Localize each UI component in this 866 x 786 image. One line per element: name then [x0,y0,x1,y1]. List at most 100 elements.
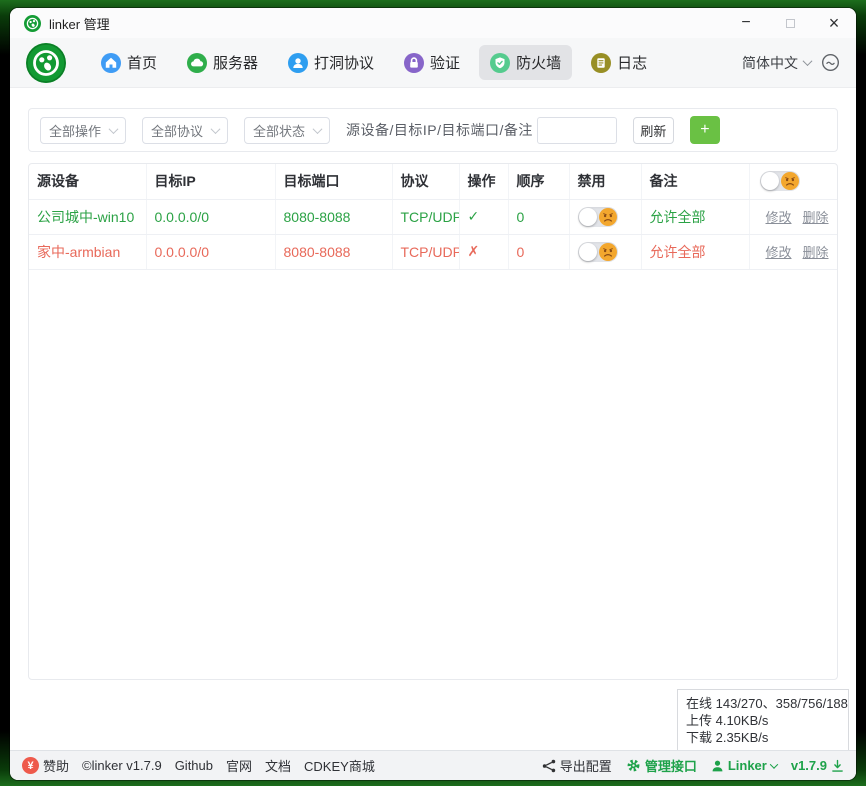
shield-icon [490,53,510,73]
navbar-right: 简体中文 [742,53,840,73]
select-status[interactable]: 全部状态 [244,117,330,144]
chevron-down-icon [109,124,119,134]
delete-link[interactable]: 删除 [803,210,829,225]
cell-protocol: TCP/UDP [392,234,459,269]
toggle-knob [761,172,779,190]
export-config-label: 导出配置 [560,756,612,775]
theme-face-icon[interactable] [821,53,840,72]
share-icon [542,759,556,773]
app-window: linker 管理 − × 首页 [10,8,856,780]
cell-order: 0 [508,199,569,234]
version-update-button[interactable]: v1.7.9 [791,758,844,773]
language-label: 简体中文 [742,53,798,73]
language-selector[interactable]: 简体中文 [742,53,811,73]
window-title: linker 管理 [49,14,110,33]
user-icon [711,759,724,773]
tab-label: 服务器 [213,52,258,73]
gear-icon [626,758,641,773]
tab-firewall[interactable]: 防火墙 [479,45,572,80]
angry-emoji-icon [599,243,617,261]
toggle-knob [579,208,597,226]
tab-servers[interactable]: 服务器 [176,45,269,80]
maximize-button[interactable] [768,8,812,38]
refresh-button[interactable]: 刷新 [633,117,674,144]
window-controls: − × [724,8,856,38]
header-order: 顺序 [508,164,569,199]
nav-tabs: 首页 服务器 打洞协议 [90,45,658,80]
export-config-button[interactable]: 导出配置 [542,756,612,775]
table-row: 家中-armbian 0.0.0.0/0 8080-8088 TCP/UDP ✗… [29,234,838,269]
tab-label: 日志 [617,52,647,73]
tab-punch-protocol[interactable]: 打洞协议 [277,45,385,80]
sponsor-link[interactable]: ¥ 赞助 [22,756,69,775]
manage-api-label: 管理接口 [645,756,697,775]
version-label: v1.7.9 [791,758,827,773]
table-row: 公司城中-win10 0.0.0.0/0 8080-8088 TCP/UDP ✓… [29,199,838,234]
tab-logs[interactable]: 日志 [580,45,658,80]
account-menu[interactable]: Linker [711,758,777,773]
cell-remark: 允许全部 [641,199,749,234]
download-icon [831,759,844,773]
header-disable: 禁用 [569,164,641,199]
angry-emoji-icon [599,208,617,226]
tab-home[interactable]: 首页 [90,45,168,80]
select-operation[interactable]: 全部操作 [40,117,126,144]
header-action: 操作 [459,164,508,199]
header-protocol: 协议 [392,164,459,199]
edit-link[interactable]: 修改 [766,210,792,225]
copyright-text: ©linker v1.7.9 [82,758,162,773]
navbar: 首页 服务器 打洞协议 [10,38,856,88]
maximize-icon [786,19,795,28]
docs-link[interactable]: 文档 [265,756,291,775]
cell-target-ip: 0.0.0.0/0 [146,199,275,234]
select-protocol[interactable]: 全部协议 [142,117,228,144]
row-disable-toggle[interactable] [578,207,618,227]
tab-label: 验证 [430,52,460,73]
header-remark: 备注 [641,164,749,199]
cell-action-mark: ✓ [459,199,508,234]
home-icon [101,53,121,73]
github-link[interactable]: Github [175,758,213,773]
minimize-button[interactable]: − [724,8,768,38]
firewall-table: 源设备 目标IP 目标端口 协议 操作 顺序 禁用 备注 [29,164,838,270]
punch-protocol-icon [288,53,308,73]
chevron-down-icon [313,124,323,134]
header-toggle-all[interactable] [760,171,800,191]
close-button[interactable]: × [812,8,856,38]
select-value: 全部协议 [151,121,203,140]
select-value: 全部操作 [49,121,101,140]
cell-target-port: 8080-8088 [275,234,392,269]
brand-logo-icon[interactable] [26,43,66,83]
delete-link[interactable]: 删除 [803,245,829,260]
online-status: 在线 143/270、358/756/188 [686,695,840,712]
footer: ¥ 赞助 ©linker v1.7.9 Github 官网 文档 CDKEY商城… [10,750,856,780]
main-content: 全部操作 全部协议 全部状态 源设备/目标IP/目标端口/备注 刷新 + [10,88,856,750]
manage-api-button[interactable]: 管理接口 [626,756,697,775]
select-value: 全部状态 [253,121,305,140]
row-disable-toggle[interactable] [578,242,618,262]
cell-target-port: 8080-8088 [275,199,392,234]
search-input[interactable] [537,117,617,144]
cell-action-mark: ✗ [459,234,508,269]
log-icon [591,53,611,73]
footer-right: 导出配置 管理接口 Linker v1.7.9 [542,756,844,775]
yuan-coin-icon: ¥ [22,757,39,774]
titlebar: linker 管理 − × [10,8,856,38]
official-site-link[interactable]: 官网 [226,756,252,775]
cdkey-store-link[interactable]: CDKEY商城 [304,756,375,775]
cell-protocol: TCP/UDP [392,199,459,234]
upload-speed: 上传 4.10KB/s [686,712,840,729]
download-speed: 下载 2.35KB/s [686,729,840,746]
tab-verify[interactable]: 验证 [393,45,471,80]
app-logo-icon [24,15,41,32]
header-source-device: 源设备 [29,164,146,199]
search-label: 源设备/目标IP/目标端口/备注 [346,120,533,140]
edit-link[interactable]: 修改 [766,245,792,260]
cell-source-device: 家中-armbian [29,234,146,269]
cell-remark: 允许全部 [641,234,749,269]
sponsor-label: 赞助 [43,756,69,775]
add-rule-button[interactable]: + [690,116,720,144]
toggle-knob [579,243,597,261]
table-header-row: 源设备 目标IP 目标端口 协议 操作 顺序 禁用 备注 [29,164,838,199]
header-target-port: 目标端口 [275,164,392,199]
